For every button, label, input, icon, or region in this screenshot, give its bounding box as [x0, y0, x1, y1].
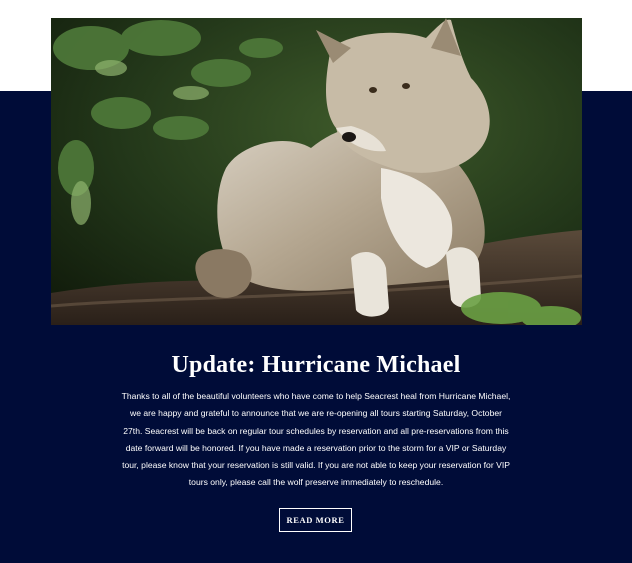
- read-more-button[interactable]: READ MORE: [279, 508, 352, 532]
- post-title[interactable]: Update: Hurricane Michael: [0, 350, 632, 380]
- wolf-photo: [51, 18, 582, 325]
- post-image[interactable]: [51, 18, 582, 325]
- post-excerpt: Thanks to all of the beautiful volunteer…: [121, 391, 511, 488]
